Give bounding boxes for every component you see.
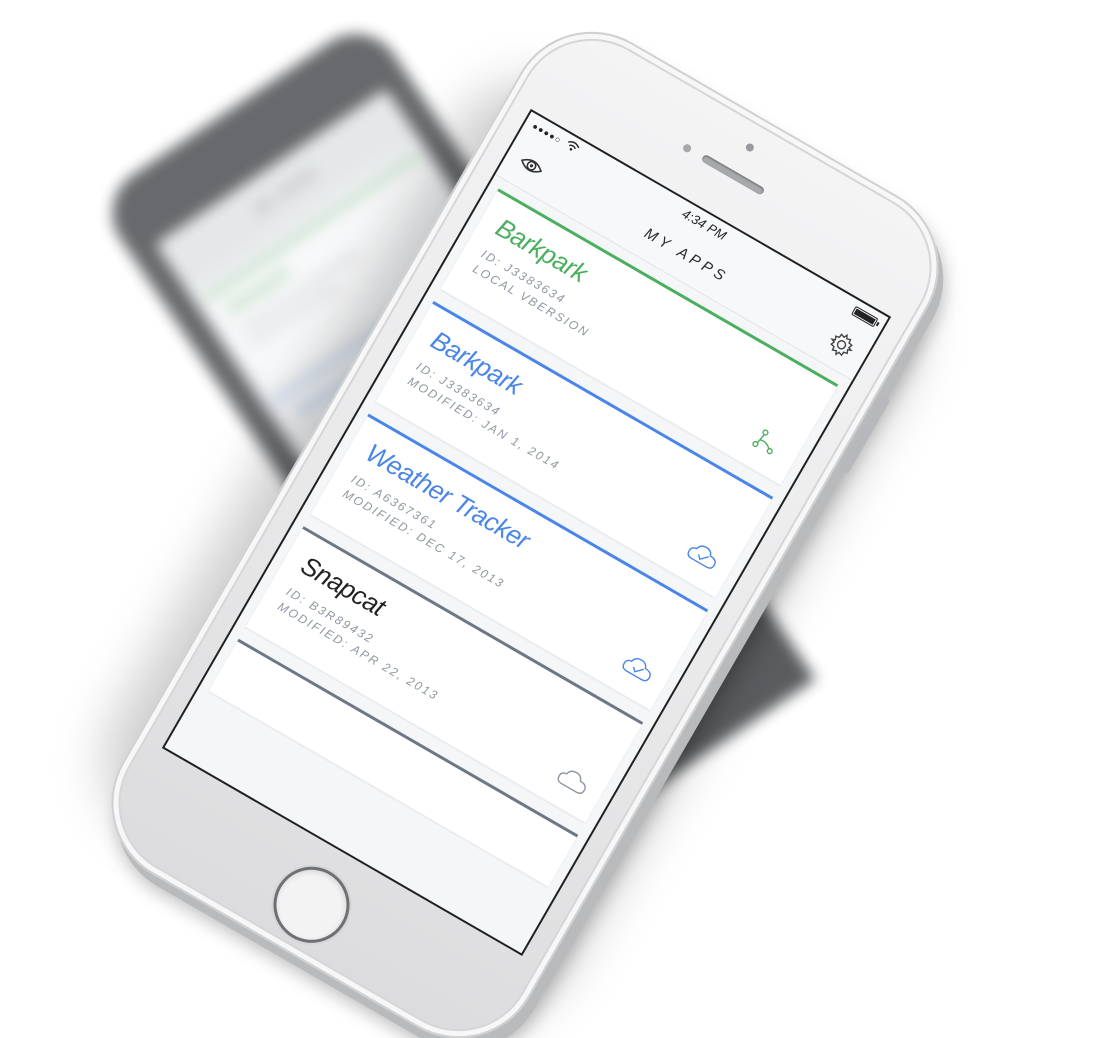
battery-fill <box>853 308 876 325</box>
stage: MY APPS Barkpark Barkpark ●●●●○ 4:34 PM … <box>0 0 1110 1038</box>
eye-icon[interactable] <box>514 148 550 184</box>
gear-icon[interactable] <box>824 327 860 363</box>
